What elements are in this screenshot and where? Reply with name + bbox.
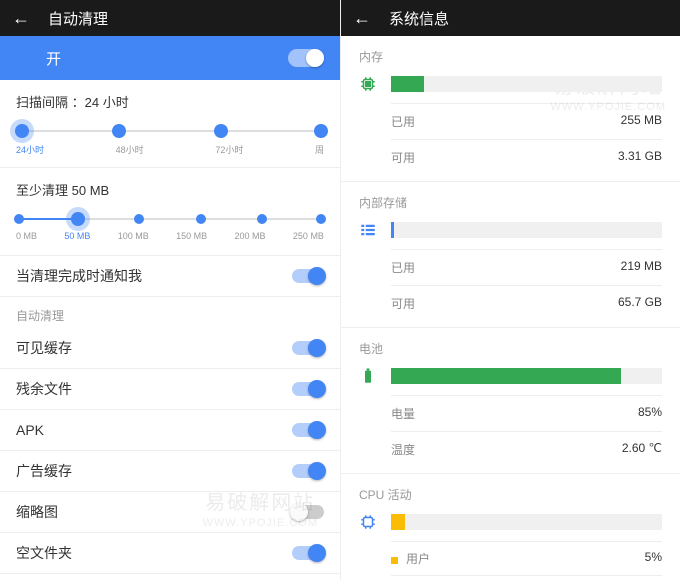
- master-toggle-banner[interactable]: 开: [0, 36, 340, 80]
- clean-option-row[interactable]: 空文件夹: [0, 533, 340, 573]
- min-clean-section: 至少清理 50 MB 0 MB 50 MB 100 MB 150 MB 200 …: [0, 168, 340, 255]
- battery-level-row: 电量85%: [359, 400, 662, 427]
- clean-option-row[interactable]: 广告缓存: [0, 451, 340, 491]
- cpu-legend-row: 用户5%: [359, 546, 662, 571]
- notify-when-done-row[interactable]: 当清理完成时通知我: [0, 256, 340, 296]
- row-label: APK: [16, 422, 44, 438]
- clean-option-row[interactable]: 剪贴板: [0, 574, 340, 580]
- memory-header: 内存: [341, 36, 680, 71]
- memory-section: 已用255 MB 可用3.31 GB: [341, 71, 680, 181]
- row-toggle[interactable]: [292, 546, 324, 560]
- master-toggle[interactable]: [288, 49, 324, 67]
- row-label: 可见缓存: [16, 338, 72, 358]
- min-clean-title: 至少清理 50 MB: [16, 180, 324, 199]
- scan-interval-title: 扫描间隔 ：24 小时: [16, 92, 324, 111]
- banner-label: 开: [46, 48, 61, 69]
- memory-avail-row: 可用3.31 GB: [359, 144, 662, 171]
- cpu-bar: [391, 514, 662, 530]
- chip-icon: [359, 75, 377, 93]
- battery-section: 电量85% 温度2.60 ℃: [341, 363, 680, 473]
- memory-bar: [391, 76, 662, 92]
- back-icon[interactable]: ←: [12, 9, 30, 27]
- row-label: 空文件夹: [16, 543, 72, 563]
- clean-option-row[interactable]: 残余文件: [0, 369, 340, 409]
- row-toggle[interactable]: [292, 423, 324, 437]
- battery-temp-row: 温度2.60 ℃: [359, 436, 662, 463]
- row-toggle[interactable]: [292, 505, 324, 519]
- notify-toggle[interactable]: [292, 269, 324, 283]
- min-clean-slider[interactable]: 0 MB 50 MB 100 MB 150 MB 200 MB 250 MB: [16, 209, 324, 249]
- battery-header: 电池: [341, 328, 680, 363]
- right-header: ← 系统信息: [341, 0, 680, 36]
- storage-used-row: 已用219 MB: [359, 254, 662, 281]
- row-label: 广告缓存: [16, 461, 72, 481]
- clean-option-row[interactable]: APK: [0, 410, 340, 450]
- cpu-section: 用户5%系统0%闲置95%: [341, 509, 680, 580]
- right-title: 系统信息: [389, 8, 449, 29]
- storage-avail-row: 可用65.7 GB: [359, 290, 662, 317]
- cpu-header: CPU 活动: [341, 474, 680, 509]
- left-header: ← 自动清理: [0, 0, 340, 36]
- left-title: 自动清理: [48, 8, 108, 29]
- storage-section: 已用219 MB 可用65.7 GB: [341, 217, 680, 327]
- row-toggle[interactable]: [292, 341, 324, 355]
- list-icon: [359, 221, 377, 239]
- row-label: 缩略图: [16, 502, 58, 522]
- scan-interval-section: 扫描间隔 ：24 小时 24小时 48小时 72小时 周: [0, 80, 340, 167]
- battery-bar: [391, 368, 662, 384]
- row-label: 残余文件: [16, 379, 72, 399]
- back-icon[interactable]: ←: [353, 9, 371, 27]
- auto-clean-section-header: 自动清理: [0, 297, 340, 328]
- row-toggle[interactable]: [292, 464, 324, 478]
- clean-option-row[interactable]: 可见缓存: [0, 328, 340, 368]
- storage-header: 内部存储: [341, 182, 680, 217]
- storage-bar: [391, 222, 662, 238]
- row-toggle[interactable]: [292, 382, 324, 396]
- memory-used-row: 已用255 MB: [359, 108, 662, 135]
- cpu-icon: [359, 513, 377, 531]
- battery-icon: [359, 367, 377, 385]
- clean-option-row[interactable]: 缩略图: [0, 492, 340, 532]
- scan-interval-slider[interactable]: 24小时 48小时 72小时 周: [16, 121, 324, 161]
